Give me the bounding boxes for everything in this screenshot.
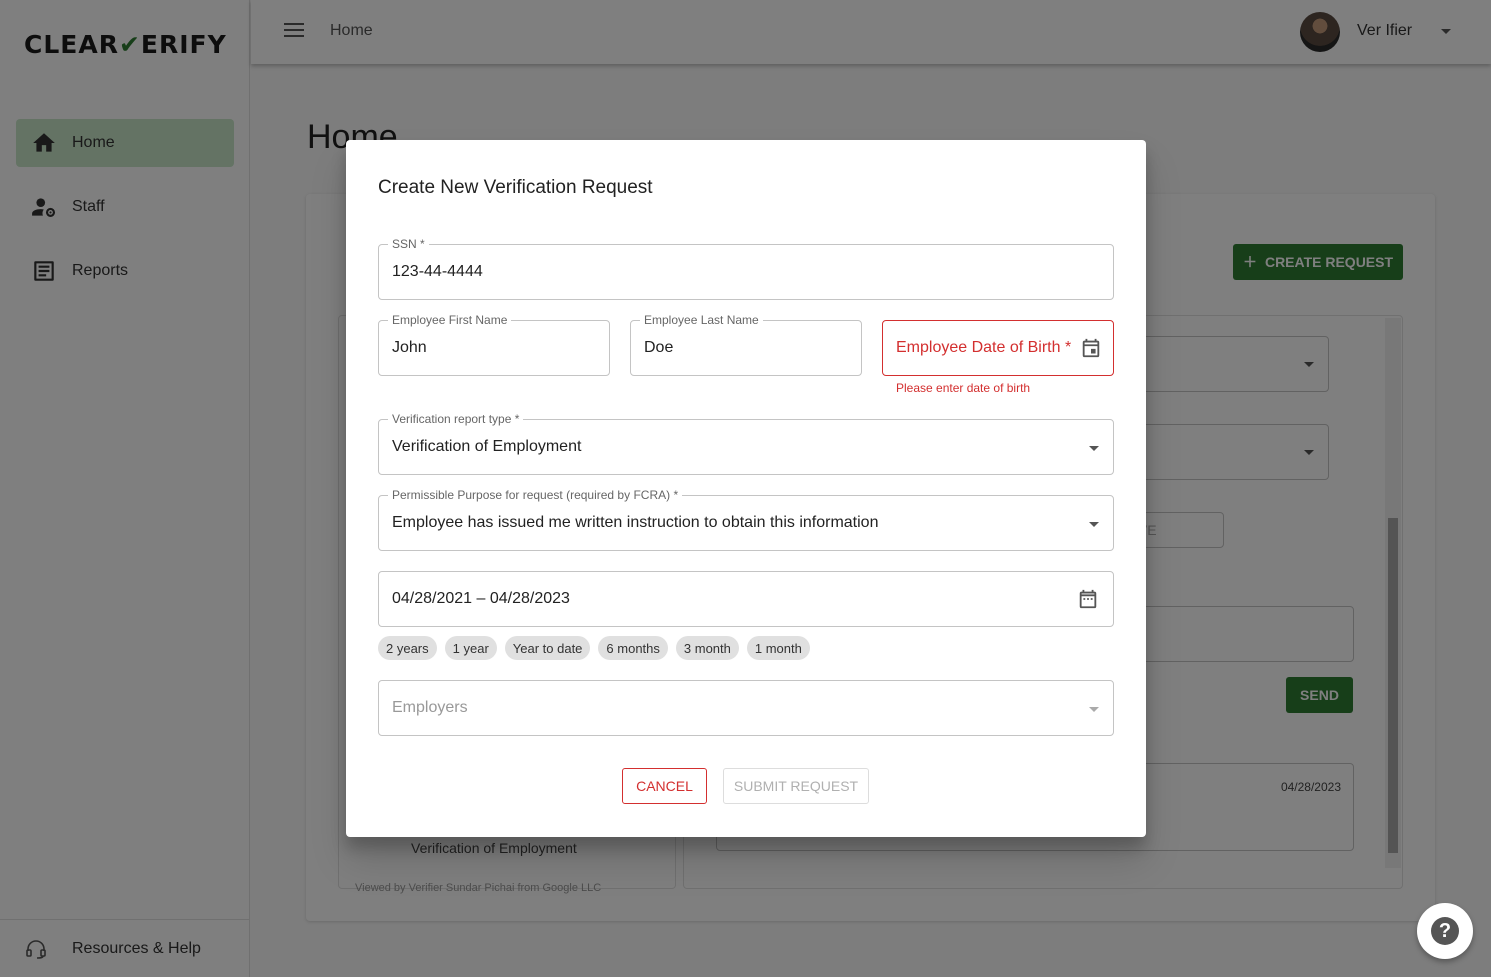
permissible-purpose-label: Permissible Purpose for request (require… (388, 488, 683, 502)
help-button[interactable]: ? (1417, 903, 1473, 959)
first-name-label: Employee First Name (388, 313, 512, 327)
chip-3-month[interactable]: 3 month (675, 636, 739, 660)
last-name-label: Employee Last Name (640, 313, 763, 327)
report-type-value: Verification of Employment (392, 438, 582, 455)
date-of-birth-error: Please enter date of birth (896, 381, 1031, 395)
employers-placeholder: Employers (392, 699, 468, 716)
date-of-birth-field[interactable]: Employee Date of Birth * (882, 320, 1114, 376)
ssn-label: SSN * (388, 237, 429, 251)
permissible-purpose-select[interactable]: Permissible Purpose for request (require… (378, 488, 1114, 551)
last-name-value: Doe (644, 339, 674, 356)
calendar-icon[interactable] (1080, 337, 1102, 359)
chip-year-to-date[interactable]: Year to date (504, 636, 591, 660)
cancel-button[interactable]: CANCEL (622, 768, 707, 804)
date-of-birth-placeholder: Employee Date of Birth * (896, 339, 1072, 356)
ssn-field[interactable]: SSN * 123-44-4444 (378, 237, 1114, 300)
chip-6-months[interactable]: 6 months (598, 636, 668, 660)
chevron-down-icon (1089, 707, 1099, 712)
chip-1-year[interactable]: 1 year (444, 636, 497, 660)
date-range-value: 04/28/2021 – 04/28/2023 (392, 590, 570, 607)
chevron-down-icon (1089, 446, 1099, 451)
last-name-field[interactable]: Employee Last Name Doe (630, 313, 862, 376)
permissible-purpose-value: Employee has issued me written instructi… (392, 514, 879, 531)
date-range-field[interactable]: 04/28/2021 – 04/28/2023 (378, 571, 1114, 627)
date-range-chips: 2 years 1 year Year to date 6 months 3 m… (378, 636, 810, 660)
dialog-title: Create New Verification Request (378, 177, 653, 198)
ssn-value: 123-44-4444 (392, 263, 483, 280)
report-type-select[interactable]: Verification report type * Verification … (378, 412, 1114, 475)
report-type-label: Verification report type * (388, 412, 524, 426)
first-name-value: John (392, 339, 427, 356)
create-verification-dialog: Create New Verification Request SSN * 12… (346, 140, 1146, 837)
submit-request-button[interactable]: SUBMIT REQUEST (723, 768, 869, 804)
chip-1-month[interactable]: 1 month (746, 636, 810, 660)
question-icon: ? (1431, 917, 1459, 945)
first-name-field[interactable]: Employee First Name John (378, 313, 610, 376)
employers-select[interactable]: Employers (378, 680, 1114, 736)
chevron-down-icon (1089, 522, 1099, 527)
calendar-icon[interactable] (1077, 588, 1099, 610)
chip-2-years[interactable]: 2 years (378, 636, 437, 660)
